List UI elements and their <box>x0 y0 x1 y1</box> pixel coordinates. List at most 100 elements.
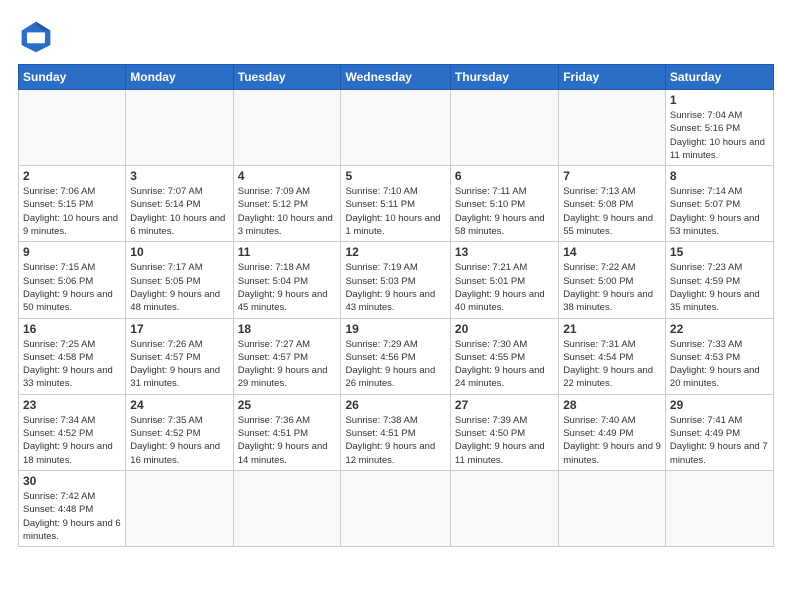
day-number: 11 <box>238 245 337 259</box>
day-number: 30 <box>23 474 121 488</box>
day-number: 7 <box>563 169 661 183</box>
calendar-cell <box>559 470 666 546</box>
calendar-cell: 14 Sunrise: 7:22 AM Sunset: 5:00 PM Dayli… <box>559 242 666 318</box>
day-info: Sunrise: 7:18 AM Sunset: 5:04 PM Dayligh… <box>238 261 337 314</box>
day-number: 8 <box>670 169 769 183</box>
calendar-cell: 25Sunrise: 7:36 AM Sunset: 4:51 PM Dayli… <box>233 394 341 470</box>
calendar-cell <box>450 90 558 166</box>
day-info: Sunrise: 7:23 AM Sunset: 4:59 PM Dayligh… <box>670 261 769 314</box>
day-number: 29 <box>670 398 769 412</box>
calendar-cell: 8 Sunrise: 7:14 AM Sunset: 5:07 PM Daylig… <box>665 166 773 242</box>
day-info: Sunrise: 7:39 AM Sunset: 4:50 PM Dayligh… <box>455 414 554 467</box>
day-info: Sunrise: 7:15 AM Sunset: 5:06 PM Dayligh… <box>23 261 121 314</box>
calendar-cell <box>233 90 341 166</box>
weekday-header-row: SundayMondayTuesdayWednesdayThursdayFrid… <box>19 65 774 90</box>
day-number: 27 <box>455 398 554 412</box>
day-number: 4 <box>238 169 337 183</box>
day-info: Sunrise: 7:19 AM Sunset: 5:03 PM Dayligh… <box>345 261 445 314</box>
calendar-cell: 22Sunrise: 7:33 AM Sunset: 4:53 PM Dayli… <box>665 318 773 394</box>
day-info: Sunrise: 7:41 AM Sunset: 4:49 PM Dayligh… <box>670 414 769 467</box>
day-number: 14 <box>563 245 661 259</box>
calendar-cell <box>233 470 341 546</box>
calendar-cell: 26 Sunrise: 7:38 AM Sunset: 4:51 PM Dayli… <box>341 394 450 470</box>
week-row-3: 9 Sunrise: 7:15 AM Sunset: 5:06 PM Daylig… <box>19 242 774 318</box>
day-info: Sunrise: 7:38 AM Sunset: 4:51 PM Dayligh… <box>345 414 445 467</box>
day-info: Sunrise: 7:11 AM Sunset: 5:10 PM Dayligh… <box>455 185 554 238</box>
calendar-cell: 20 Sunrise: 7:30 AM Sunset: 4:55 PM Dayli… <box>450 318 558 394</box>
calendar-cell: 29 Sunrise: 7:41 AM Sunset: 4:49 PM Dayli… <box>665 394 773 470</box>
day-info: Sunrise: 7:21 AM Sunset: 5:01 PM Dayligh… <box>455 261 554 314</box>
calendar-cell <box>665 470 773 546</box>
calendar-cell: 7 Sunrise: 7:13 AM Sunset: 5:08 PM Daylig… <box>559 166 666 242</box>
day-info: Sunrise: 7:17 AM Sunset: 5:05 PM Dayligh… <box>130 261 228 314</box>
calendar-cell: 11 Sunrise: 7:18 AM Sunset: 5:04 PM Dayli… <box>233 242 341 318</box>
calendar: SundayMondayTuesdayWednesdayThursdayFrid… <box>18 64 774 547</box>
day-info: Sunrise: 7:25 AM Sunset: 4:58 PM Dayligh… <box>23 338 121 391</box>
day-number: 28 <box>563 398 661 412</box>
header <box>18 18 774 54</box>
weekday-header-tuesday: Tuesday <box>233 65 341 90</box>
day-number: 25 <box>238 398 337 412</box>
calendar-cell: 9 Sunrise: 7:15 AM Sunset: 5:06 PM Daylig… <box>19 242 126 318</box>
day-info: Sunrise: 7:29 AM Sunset: 4:56 PM Dayligh… <box>345 338 445 391</box>
day-number: 12 <box>345 245 445 259</box>
day-info: Sunrise: 7:09 AM Sunset: 5:12 PM Dayligh… <box>238 185 337 238</box>
calendar-cell: 4 Sunrise: 7:09 AM Sunset: 5:12 PM Daylig… <box>233 166 341 242</box>
week-row-4: 16 Sunrise: 7:25 AM Sunset: 4:58 PM Dayli… <box>19 318 774 394</box>
week-row-6: 30 Sunrise: 7:42 AM Sunset: 4:48 PM Dayli… <box>19 470 774 546</box>
calendar-cell: 30 Sunrise: 7:42 AM Sunset: 4:48 PM Dayli… <box>19 470 126 546</box>
day-info: Sunrise: 7:27 AM Sunset: 4:57 PM Dayligh… <box>238 338 337 391</box>
calendar-cell <box>450 470 558 546</box>
day-info: Sunrise: 7:22 AM Sunset: 5:00 PM Dayligh… <box>563 261 661 314</box>
week-row-1: 1Sunrise: 7:04 AM Sunset: 5:16 PM Daylig… <box>19 90 774 166</box>
calendar-cell: 18 Sunrise: 7:27 AM Sunset: 4:57 PM Dayli… <box>233 318 341 394</box>
day-number: 19 <box>345 322 445 336</box>
calendar-cell <box>341 470 450 546</box>
day-info: Sunrise: 7:30 AM Sunset: 4:55 PM Dayligh… <box>455 338 554 391</box>
day-info: Sunrise: 7:34 AM Sunset: 4:52 PM Dayligh… <box>23 414 121 467</box>
day-number: 17 <box>130 322 228 336</box>
day-info: Sunrise: 7:06 AM Sunset: 5:15 PM Dayligh… <box>23 185 121 238</box>
weekday-header-wednesday: Wednesday <box>341 65 450 90</box>
calendar-cell: 27 Sunrise: 7:39 AM Sunset: 4:50 PM Dayli… <box>450 394 558 470</box>
day-number: 9 <box>23 245 121 259</box>
day-info: Sunrise: 7:26 AM Sunset: 4:57 PM Dayligh… <box>130 338 228 391</box>
calendar-cell: 21Sunrise: 7:31 AM Sunset: 4:54 PM Dayli… <box>559 318 666 394</box>
day-number: 1 <box>670 93 769 107</box>
calendar-cell: 10 Sunrise: 7:17 AM Sunset: 5:05 PM Dayli… <box>126 242 233 318</box>
day-number: 2 <box>23 169 121 183</box>
calendar-cell <box>126 470 233 546</box>
day-number: 18 <box>238 322 337 336</box>
day-info: Sunrise: 7:42 AM Sunset: 4:48 PM Dayligh… <box>23 490 121 543</box>
day-number: 15 <box>670 245 769 259</box>
day-number: 3 <box>130 169 228 183</box>
calendar-cell: 5 Sunrise: 7:10 AM Sunset: 5:11 PM Daylig… <box>341 166 450 242</box>
weekday-header-friday: Friday <box>559 65 666 90</box>
day-number: 16 <box>23 322 121 336</box>
day-info: Sunrise: 7:13 AM Sunset: 5:08 PM Dayligh… <box>563 185 661 238</box>
weekday-header-sunday: Sunday <box>19 65 126 90</box>
day-number: 10 <box>130 245 228 259</box>
day-number: 20 <box>455 322 554 336</box>
weekday-header-saturday: Saturday <box>665 65 773 90</box>
calendar-cell: 16 Sunrise: 7:25 AM Sunset: 4:58 PM Dayli… <box>19 318 126 394</box>
calendar-cell: 15 Sunrise: 7:23 AM Sunset: 4:59 PM Dayli… <box>665 242 773 318</box>
calendar-cell <box>126 90 233 166</box>
day-number: 23 <box>23 398 121 412</box>
day-info: Sunrise: 7:14 AM Sunset: 5:07 PM Dayligh… <box>670 185 769 238</box>
day-info: Sunrise: 7:40 AM Sunset: 4:49 PM Dayligh… <box>563 414 661 467</box>
calendar-cell: 2 Sunrise: 7:06 AM Sunset: 5:15 PM Daylig… <box>19 166 126 242</box>
day-number: 5 <box>345 169 445 183</box>
day-info: Sunrise: 7:31 AM Sunset: 4:54 PM Dayligh… <box>563 338 661 391</box>
calendar-cell <box>341 90 450 166</box>
day-info: Sunrise: 7:35 AM Sunset: 4:52 PM Dayligh… <box>130 414 228 467</box>
day-number: 26 <box>345 398 445 412</box>
calendar-cell: 23 Sunrise: 7:34 AM Sunset: 4:52 PM Dayli… <box>19 394 126 470</box>
calendar-cell: 28 Sunrise: 7:40 AM Sunset: 4:49 PM Dayli… <box>559 394 666 470</box>
calendar-cell <box>19 90 126 166</box>
week-row-5: 23 Sunrise: 7:34 AM Sunset: 4:52 PM Dayli… <box>19 394 774 470</box>
day-number: 6 <box>455 169 554 183</box>
day-info: Sunrise: 7:10 AM Sunset: 5:11 PM Dayligh… <box>345 185 445 238</box>
generalblue-icon <box>18 18 54 54</box>
calendar-cell: 12 Sunrise: 7:19 AM Sunset: 5:03 PM Dayli… <box>341 242 450 318</box>
